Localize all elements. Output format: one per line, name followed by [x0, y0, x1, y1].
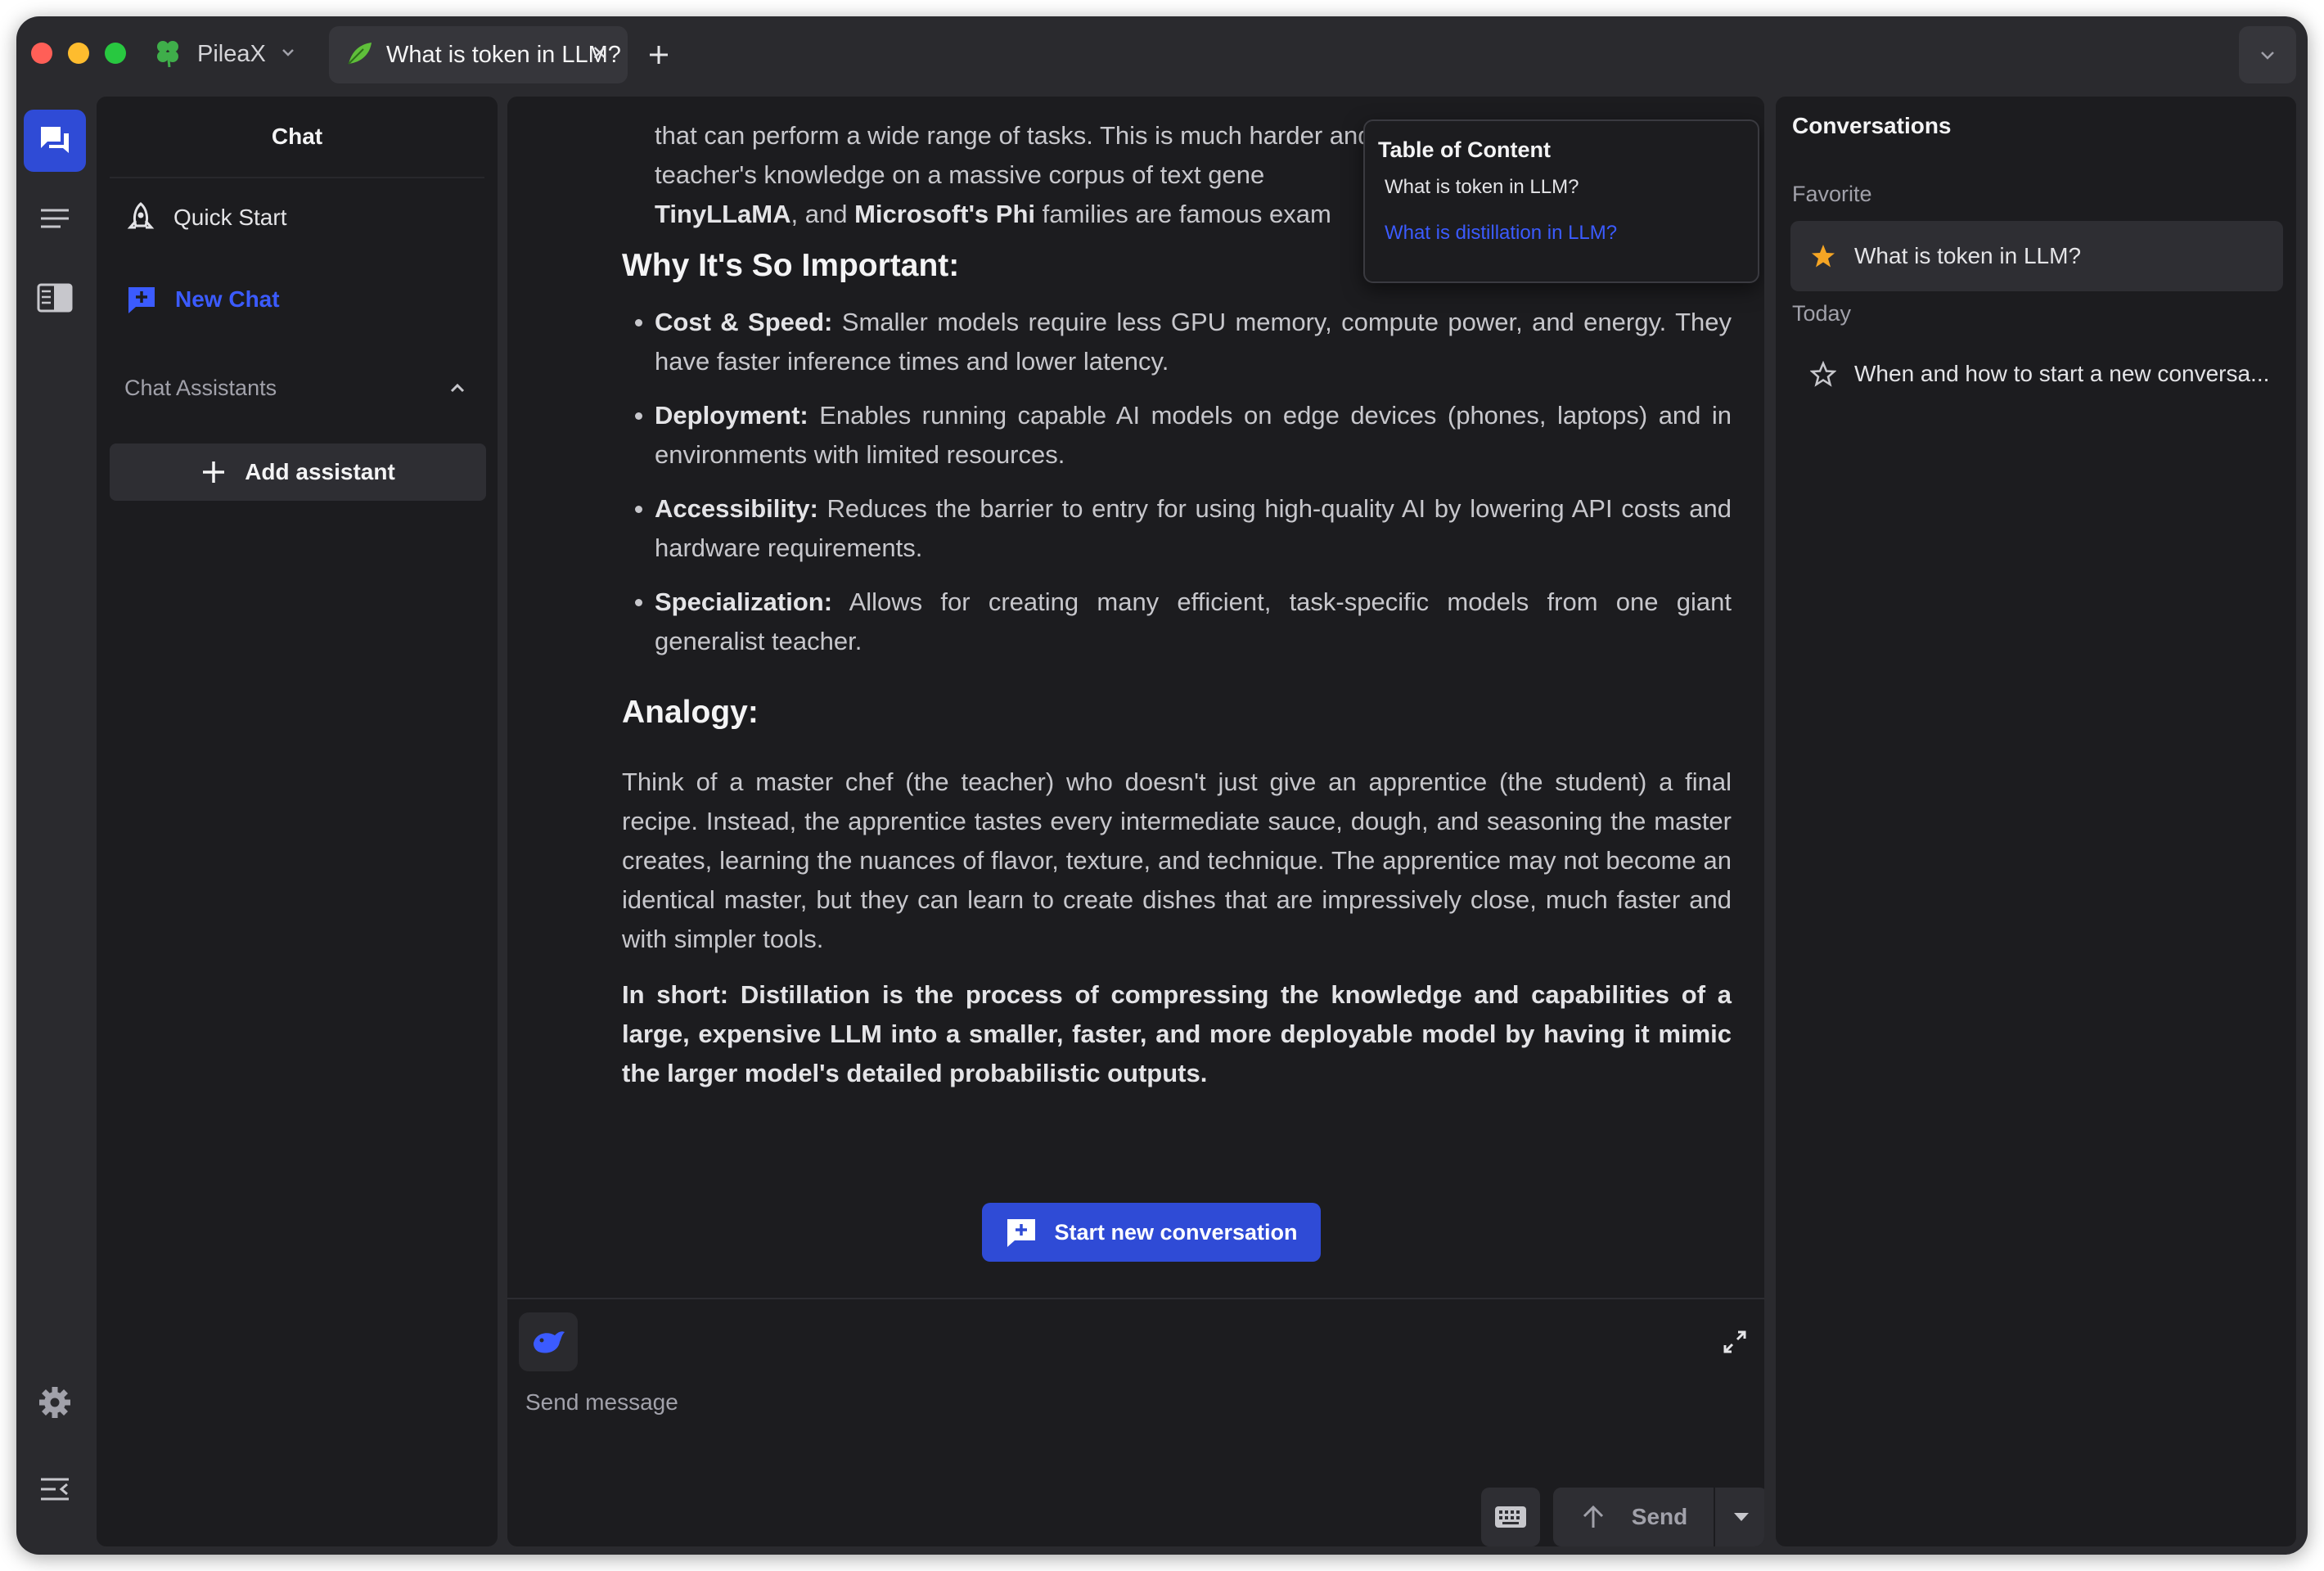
- toc-title: Table of Content: [1378, 137, 1551, 162]
- bullet-list: Cost & Speed: Smaller models require les…: [622, 303, 1732, 676]
- bullet-label: Specialization:: [655, 587, 833, 616]
- bold-text: Microsoft's Phi: [854, 200, 1036, 228]
- close-window-button[interactable]: [31, 43, 52, 64]
- chat-assistants-toggle[interactable]: Chat Assistants: [124, 371, 468, 404]
- section-heading: Analogy:: [622, 695, 759, 730]
- rail-notes-button[interactable]: [24, 188, 86, 250]
- send-options-button[interactable]: [1715, 1488, 1764, 1546]
- start-new-conversation-button[interactable]: Start new conversation: [982, 1203, 1321, 1262]
- list-item: Accessibility: Reduces the barrier to en…: [622, 489, 1732, 568]
- today-label: Today: [1792, 301, 1852, 326]
- conversation-title: When and how to start a new conversa...: [1854, 361, 2270, 386]
- chevron-down-icon: [279, 43, 297, 65]
- minimize-window-button[interactable]: [68, 43, 89, 64]
- toc-item[interactable]: What is token in LLM?: [1385, 176, 1745, 199]
- chat-main: that can perform a wide range of tasks. …: [507, 97, 1764, 1546]
- rocket-icon: [127, 202, 155, 229]
- new-chat-icon: [1007, 1219, 1036, 1247]
- sidebar-item-label: Quick Start: [173, 205, 287, 230]
- message-text: , and: [790, 200, 855, 228]
- plus-icon: [203, 461, 225, 483]
- model-selector-button[interactable]: [519, 1312, 578, 1371]
- toc-item-active[interactable]: What is distillation in LLM?: [1385, 222, 1745, 245]
- tab-title: What is token in LLM?: [386, 41, 621, 68]
- sidebar-item-label: New Chat: [175, 286, 280, 312]
- sidebar-title: Chat: [110, 97, 484, 178]
- bullet-label: Deployment:: [655, 401, 808, 430]
- sidebar-item-new-chat[interactable]: New Chat: [111, 270, 483, 329]
- close-icon[interactable]: ✕: [592, 44, 608, 64]
- conversation-item[interactable]: When and how to start a new conversa...: [1790, 339, 2283, 409]
- leaf-icon: [344, 38, 375, 73]
- message-input[interactable]: Send message: [525, 1389, 678, 1416]
- rail-chat-button[interactable]: [24, 110, 86, 172]
- caret-down-icon: [1734, 1513, 1749, 1521]
- chevron-up-icon: [450, 383, 465, 393]
- arrow-up-icon: [1583, 1505, 1603, 1528]
- chevron-down-icon: [2261, 52, 2274, 60]
- list-item: Specialization: Allows for creating many…: [622, 583, 1732, 661]
- favorite-label: Favorite: [1792, 182, 1872, 206]
- tab-active[interactable]: What is token in LLM? ✕: [329, 26, 628, 83]
- conversations-title: Conversations: [1792, 113, 1952, 138]
- list-item: Cost & Speed: Smaller models require les…: [622, 303, 1732, 381]
- star-outline-icon[interactable]: [1810, 361, 1836, 387]
- sidebar-item-quick-start[interactable]: Quick Start: [111, 188, 483, 247]
- chat-icon: [41, 127, 69, 153]
- app-switcher[interactable]: PileaX: [151, 36, 297, 72]
- whale-icon: [534, 1331, 565, 1353]
- book-icon: [37, 283, 73, 313]
- message-composer: Send message Send: [507, 1298, 1764, 1546]
- section-heading: Why It's So Important:: [622, 248, 960, 283]
- start-new-label: Start new conversation: [1054, 1219, 1298, 1245]
- summary-paragraph: In short: Distillation is the process of…: [622, 980, 1732, 1087]
- table-of-contents: Table of Content What is token in LLM? W…: [1363, 119, 1759, 283]
- settings-button[interactable]: [24, 1371, 86, 1434]
- bullet-text: Enables running capable AI models on edg…: [655, 401, 1732, 469]
- rail-library-button[interactable]: [24, 267, 86, 329]
- app-name: PileaX: [197, 40, 266, 67]
- section-label: Chat Assistants: [124, 375, 277, 400]
- message-text: TinyLLaMA, and Microsoft's Phi families …: [655, 195, 1375, 234]
- add-assistant-button[interactable]: Add assistant: [110, 443, 486, 501]
- new-tab-button[interactable]: [645, 41, 673, 69]
- nav-rail: [16, 93, 95, 1555]
- message-text: teacher's knowledge on a massive corpus …: [655, 160, 1265, 189]
- message-text: families are famous exam: [1035, 200, 1331, 228]
- star-filled-icon[interactable]: [1810, 243, 1836, 269]
- conversations-panel: Conversations Favorite What is token in …: [1776, 97, 2296, 1546]
- new-chat-icon: [128, 287, 155, 313]
- keyboard-shortcuts-button[interactable]: [1481, 1488, 1540, 1546]
- add-assistant-label: Add assistant: [245, 459, 395, 484]
- send-button[interactable]: Send: [1553, 1488, 1714, 1546]
- gear-icon: [39, 1387, 70, 1418]
- app-window: PileaX What is token in LLM? ✕ Chat Quic…: [16, 16, 2308, 1555]
- bold-text: TinyLLaMA: [655, 200, 791, 228]
- collapse-sidebar-button[interactable]: [24, 1458, 86, 1520]
- conversation-title: What is token in LLM?: [1854, 243, 2082, 268]
- bullet-label: Accessibility:: [655, 494, 818, 523]
- expand-icon: [1723, 1330, 1746, 1353]
- title-bar: PileaX What is token in LLM? ✕: [16, 16, 2308, 93]
- analogy-paragraph: Think of a master chef (the teacher) who…: [622, 767, 1732, 953]
- conversation-item[interactable]: What is token in LLM?: [1790, 221, 2283, 291]
- send-label: Send: [1631, 1504, 1688, 1529]
- tabs-menu-button[interactable]: [2239, 26, 2296, 83]
- maximize-window-button[interactable]: [105, 43, 126, 64]
- clover-icon: [151, 36, 184, 73]
- list-icon: [41, 209, 69, 228]
- collapse-icon: [41, 1478, 69, 1501]
- chat-sidebar: Chat Quick Start New Chat Chat Assistant…: [97, 97, 498, 1546]
- keyboard-icon: [1495, 1506, 1526, 1528]
- list-item: Deployment: Enables running capable AI m…: [622, 396, 1732, 475]
- expand-composer-button[interactable]: [1720, 1327, 1750, 1357]
- bullet-label: Cost & Speed:: [655, 308, 833, 336]
